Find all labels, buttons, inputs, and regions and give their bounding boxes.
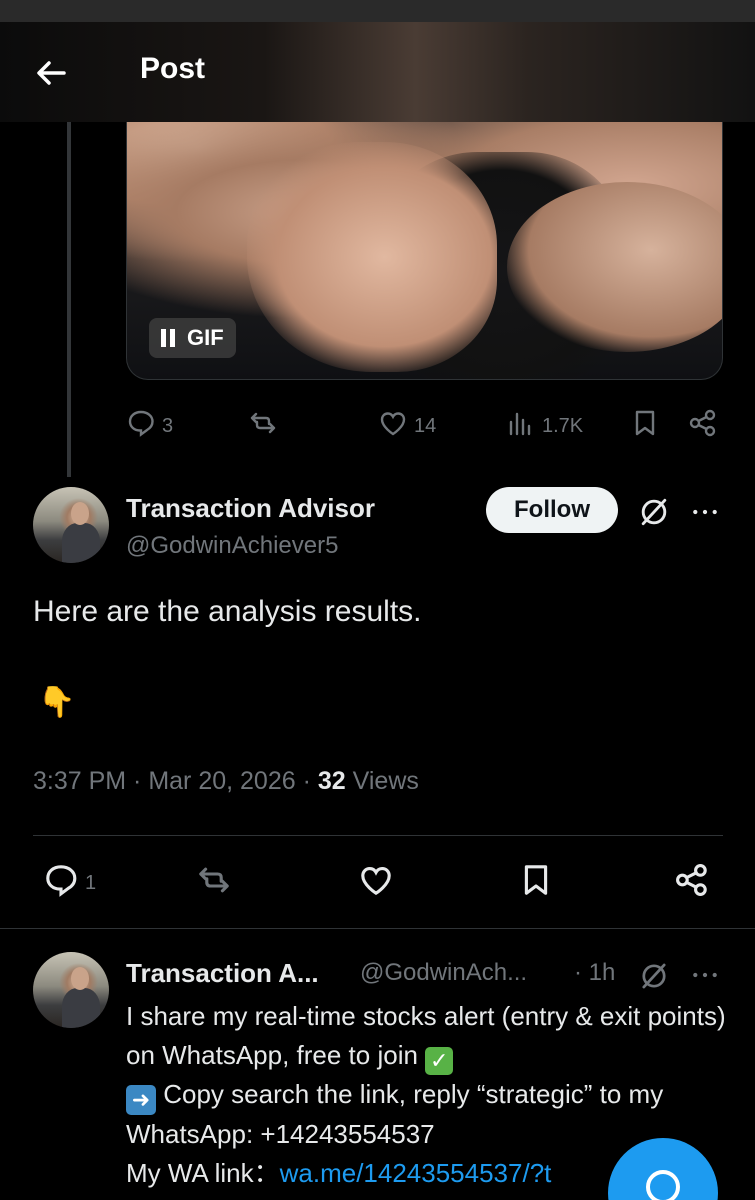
pause-icon[interactable] [161, 329, 175, 347]
bookmark-icon [630, 408, 660, 444]
share-button[interactable] [674, 862, 710, 904]
top-bar: Post [0, 22, 755, 122]
reply-line-2: Copy search the link, reply “strategic” … [126, 1079, 664, 1149]
repost-icon [196, 862, 232, 904]
reply-display-name[interactable]: Transaction A... [126, 958, 319, 989]
views-label: Views [352, 767, 419, 795]
bookmark-icon [518, 862, 554, 904]
views-count: 1.7K [542, 414, 584, 437]
reply-link-prefix: My WA link： [126, 1158, 280, 1188]
right-arrow-icon: ➜ [126, 1085, 156, 1115]
follow-button[interactable]: Follow [486, 487, 618, 533]
like-icon [378, 408, 408, 444]
tweet-meta: 3:37 PM · Mar 20, 2026 · 32 Views [33, 767, 419, 795]
compose-icon [646, 1170, 680, 1200]
views-button[interactable]: 1.7K [506, 408, 583, 444]
avatar[interactable] [33, 952, 109, 1028]
grok-icon[interactable] [634, 956, 674, 996]
grok-icon[interactable] [634, 492, 674, 532]
views-icon [506, 408, 536, 444]
parent-action-bar: 3 14 1.7K [126, 405, 726, 445]
check-mark-icon: ✓ [425, 1047, 454, 1075]
like-icon [358, 862, 394, 904]
back-arrow-icon[interactable] [34, 56, 68, 90]
more-icon[interactable] [688, 497, 722, 527]
reply-button[interactable]: 1 [43, 862, 96, 904]
more-icon[interactable] [688, 960, 722, 990]
thread-line [67, 122, 71, 477]
gif-media[interactable]: GIF [126, 122, 723, 380]
share-icon [688, 408, 718, 444]
reply-count: 1 [85, 871, 97, 894]
reply-count: 3 [162, 414, 174, 437]
views-count: 32 [317, 767, 346, 795]
like-button[interactable]: 14 [378, 408, 436, 444]
media-hand [247, 142, 497, 372]
share-icon [674, 862, 710, 904]
display-name[interactable]: Transaction Advisor [126, 493, 375, 524]
whatsapp-link[interactable]: wa.me/14243554537/?t [280, 1158, 552, 1188]
reply-time: · 1h [574, 959, 616, 986]
tweet-time[interactable]: 3:37 PM [33, 767, 126, 795]
bookmark-button[interactable] [630, 408, 660, 444]
reply-button[interactable]: 3 [126, 408, 173, 444]
like-button[interactable] [358, 862, 394, 904]
repost-button[interactable] [196, 862, 232, 904]
status-strip [0, 0, 755, 22]
avatar[interactable] [33, 487, 109, 563]
main-action-bar: 1 [0, 862, 755, 902]
gif-label: GIF [187, 325, 224, 350]
page-title: Post [140, 52, 206, 85]
reply-time-value: 1h [588, 959, 616, 986]
repost-icon [248, 408, 278, 444]
repost-button[interactable] [248, 408, 278, 444]
bookmark-button[interactable] [518, 862, 554, 904]
divider [0, 928, 755, 929]
reply-handle[interactable]: @GodwinAch... [360, 959, 527, 987]
like-count: 14 [414, 414, 437, 437]
tweet-date[interactable]: Mar 20, 2026 [148, 767, 295, 795]
divider [33, 835, 723, 836]
reply-icon [126, 408, 156, 444]
gif-badge[interactable]: GIF [149, 318, 236, 358]
tweet-text: Here are the analysis results. [33, 595, 422, 628]
share-button[interactable] [688, 408, 718, 444]
user-handle[interactable]: @GodwinAchiever5 [126, 532, 338, 560]
pointing-down-emoji: 👇 [38, 686, 76, 719]
reply-icon [43, 862, 79, 904]
